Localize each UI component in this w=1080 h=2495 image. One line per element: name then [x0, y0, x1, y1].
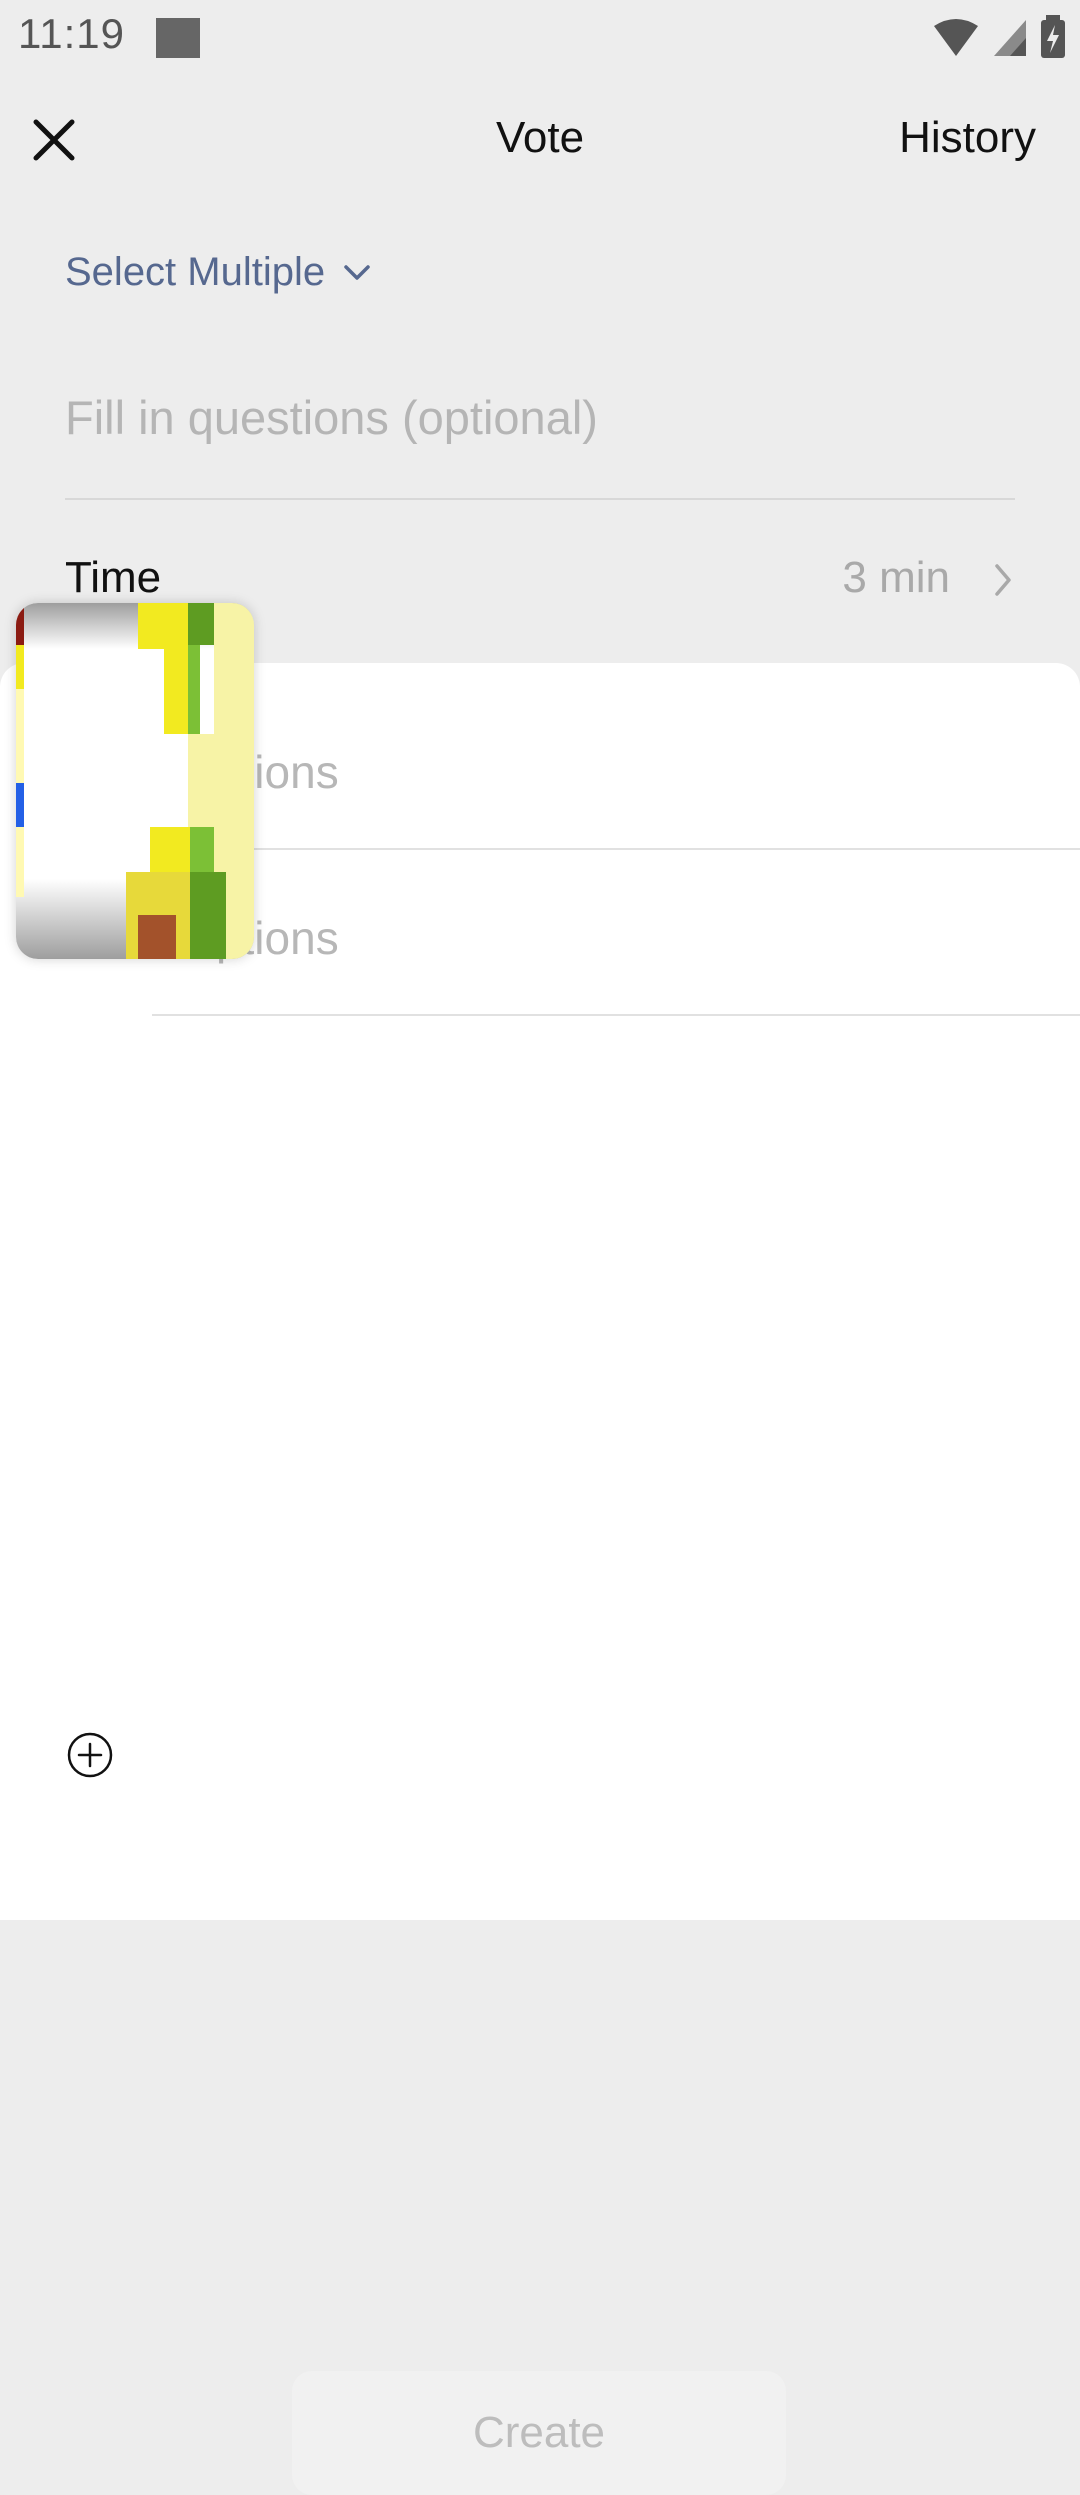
option-row[interactable]: n options: [152, 856, 1080, 1016]
divider: [152, 1014, 1080, 1016]
question-input[interactable]: Fill in questions (optional): [65, 390, 1015, 445]
status-icons: [932, 15, 1066, 58]
status-bar: 11:19: [0, 0, 1080, 76]
divider: [65, 498, 1015, 500]
create-button-label: Create: [472, 2408, 606, 2457]
chevron-down-icon: [344, 264, 370, 280]
vote-mode-dropdown[interactable]: Select Multiple: [65, 250, 371, 295]
create-button[interactable]: Create: [292, 2371, 786, 2495]
plus-circle-icon: [67, 1732, 113, 1778]
divider: [152, 848, 1080, 850]
chevron-right-icon: [995, 564, 1011, 596]
cell-signal-icon: [994, 20, 1026, 56]
add-option-button[interactable]: [66, 1731, 114, 1779]
top-bar: Vote History: [0, 76, 1080, 202]
history-button[interactable]: History: [899, 113, 1036, 163]
thumbnail-image: [16, 603, 254, 959]
wifi-icon: [934, 19, 978, 56]
time-label: Time: [65, 553, 162, 602]
floating-thumbnail[interactable]: [16, 603, 254, 959]
time-value: 3 min: [842, 553, 950, 602]
notification-square-icon: [156, 18, 200, 58]
vote-mode-label: Select Multiple: [65, 250, 326, 294]
option-row[interactable]: n options: [152, 690, 1080, 850]
status-time: 11:19: [18, 10, 125, 57]
battery-charging-icon: [1041, 15, 1065, 58]
